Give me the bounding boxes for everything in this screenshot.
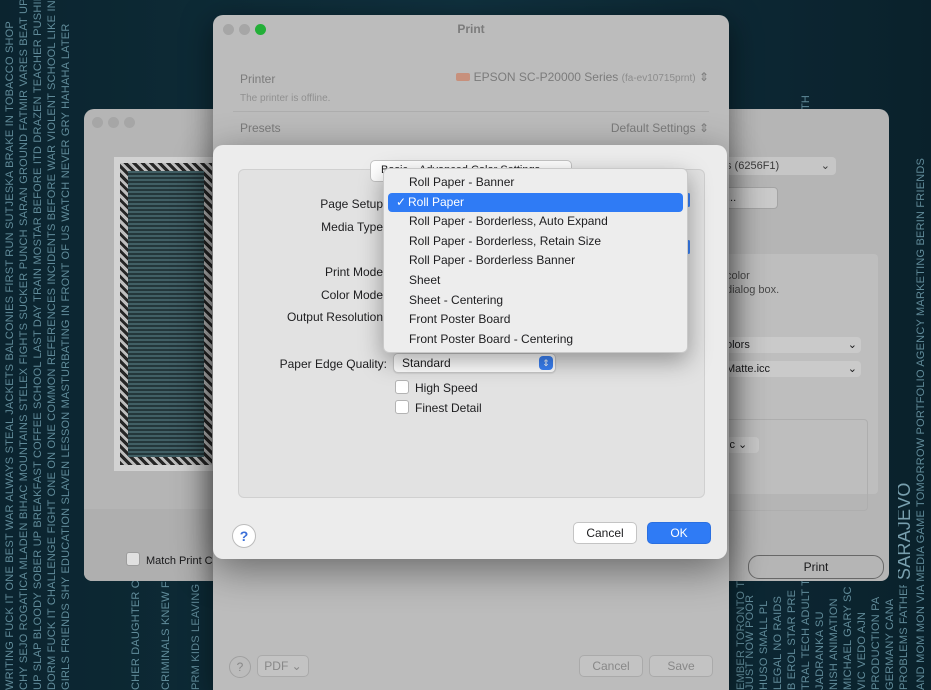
page-setup-menu: Roll Paper - Banner ✓ Roll Paper Roll Pap… bbox=[383, 168, 688, 353]
media-type-label: Media Type bbox=[321, 220, 383, 234]
menu-item-label: Roll Paper - Borderless, Auto Expand bbox=[409, 214, 608, 229]
page-setup-label: Page Setup bbox=[320, 197, 383, 211]
high-speed-checkbox[interactable]: High Speed bbox=[395, 380, 478, 395]
menu-item-label: Sheet bbox=[409, 272, 441, 287]
menu-item-roll-paper-banner[interactable]: Roll Paper - Banner bbox=[388, 173, 683, 193]
menu-item-label: Roll Paper bbox=[408, 194, 465, 209]
up-down-arrows-icon: ⇕ bbox=[539, 356, 553, 370]
finest-detail-label: Finest Detail bbox=[415, 401, 482, 415]
help-button[interactable]: ? bbox=[232, 524, 256, 548]
output-resolution-label: Output Resolution bbox=[286, 310, 383, 324]
menu-item-front-poster-board[interactable]: Front Poster Board bbox=[388, 310, 683, 330]
menu-item-label: Roll Paper - Borderless Banner bbox=[409, 253, 576, 268]
paper-edge-quality-label: Paper Edge Quality: bbox=[279, 357, 387, 371]
checkbox-box[interactable] bbox=[395, 380, 409, 394]
finest-detail-checkbox[interactable]: Finest Detail bbox=[395, 400, 482, 415]
menu-item-roll-paper-borderless-retain-size[interactable]: Roll Paper - Borderless, Retain Size bbox=[388, 232, 683, 252]
cancel-button[interactable]: Cancel bbox=[573, 522, 637, 544]
menu-item-roll-paper-borderless-banner[interactable]: Roll Paper - Borderless Banner bbox=[388, 251, 683, 271]
menu-item-label: Front Poster Board - Centering bbox=[409, 331, 574, 346]
checkmark-icon: ✓ bbox=[396, 194, 407, 209]
menu-item-label: Roll Paper - Borderless, Retain Size bbox=[409, 233, 602, 248]
color-mode-label: Color Mode bbox=[320, 288, 383, 302]
menu-item-roll-paper[interactable]: ✓ Roll Paper bbox=[388, 192, 683, 213]
menu-item-sheet-centering[interactable]: Sheet - Centering bbox=[388, 291, 683, 311]
menu-item-label: Sheet - Centering bbox=[409, 292, 504, 307]
paper-edge-quality-select[interactable]: Standard ⇕ bbox=[393, 353, 556, 373]
menu-item-label: Roll Paper - Banner bbox=[409, 175, 515, 189]
ok-button[interactable]: OK bbox=[647, 522, 711, 544]
menu-item-roll-paper-borderless-auto-expand[interactable]: Roll Paper - Borderless, Auto Expand bbox=[388, 212, 683, 232]
print-mode-label: Print Mode bbox=[324, 265, 383, 279]
checkbox-box[interactable] bbox=[395, 400, 409, 414]
menu-item-sheet[interactable]: Sheet bbox=[388, 271, 683, 291]
menu-item-label: Front Poster Board bbox=[409, 312, 511, 327]
high-speed-label: High Speed bbox=[415, 381, 478, 395]
paper-edge-value: Standard bbox=[402, 356, 451, 370]
menu-item-front-poster-board-centering[interactable]: Front Poster Board - Centering bbox=[388, 330, 683, 350]
